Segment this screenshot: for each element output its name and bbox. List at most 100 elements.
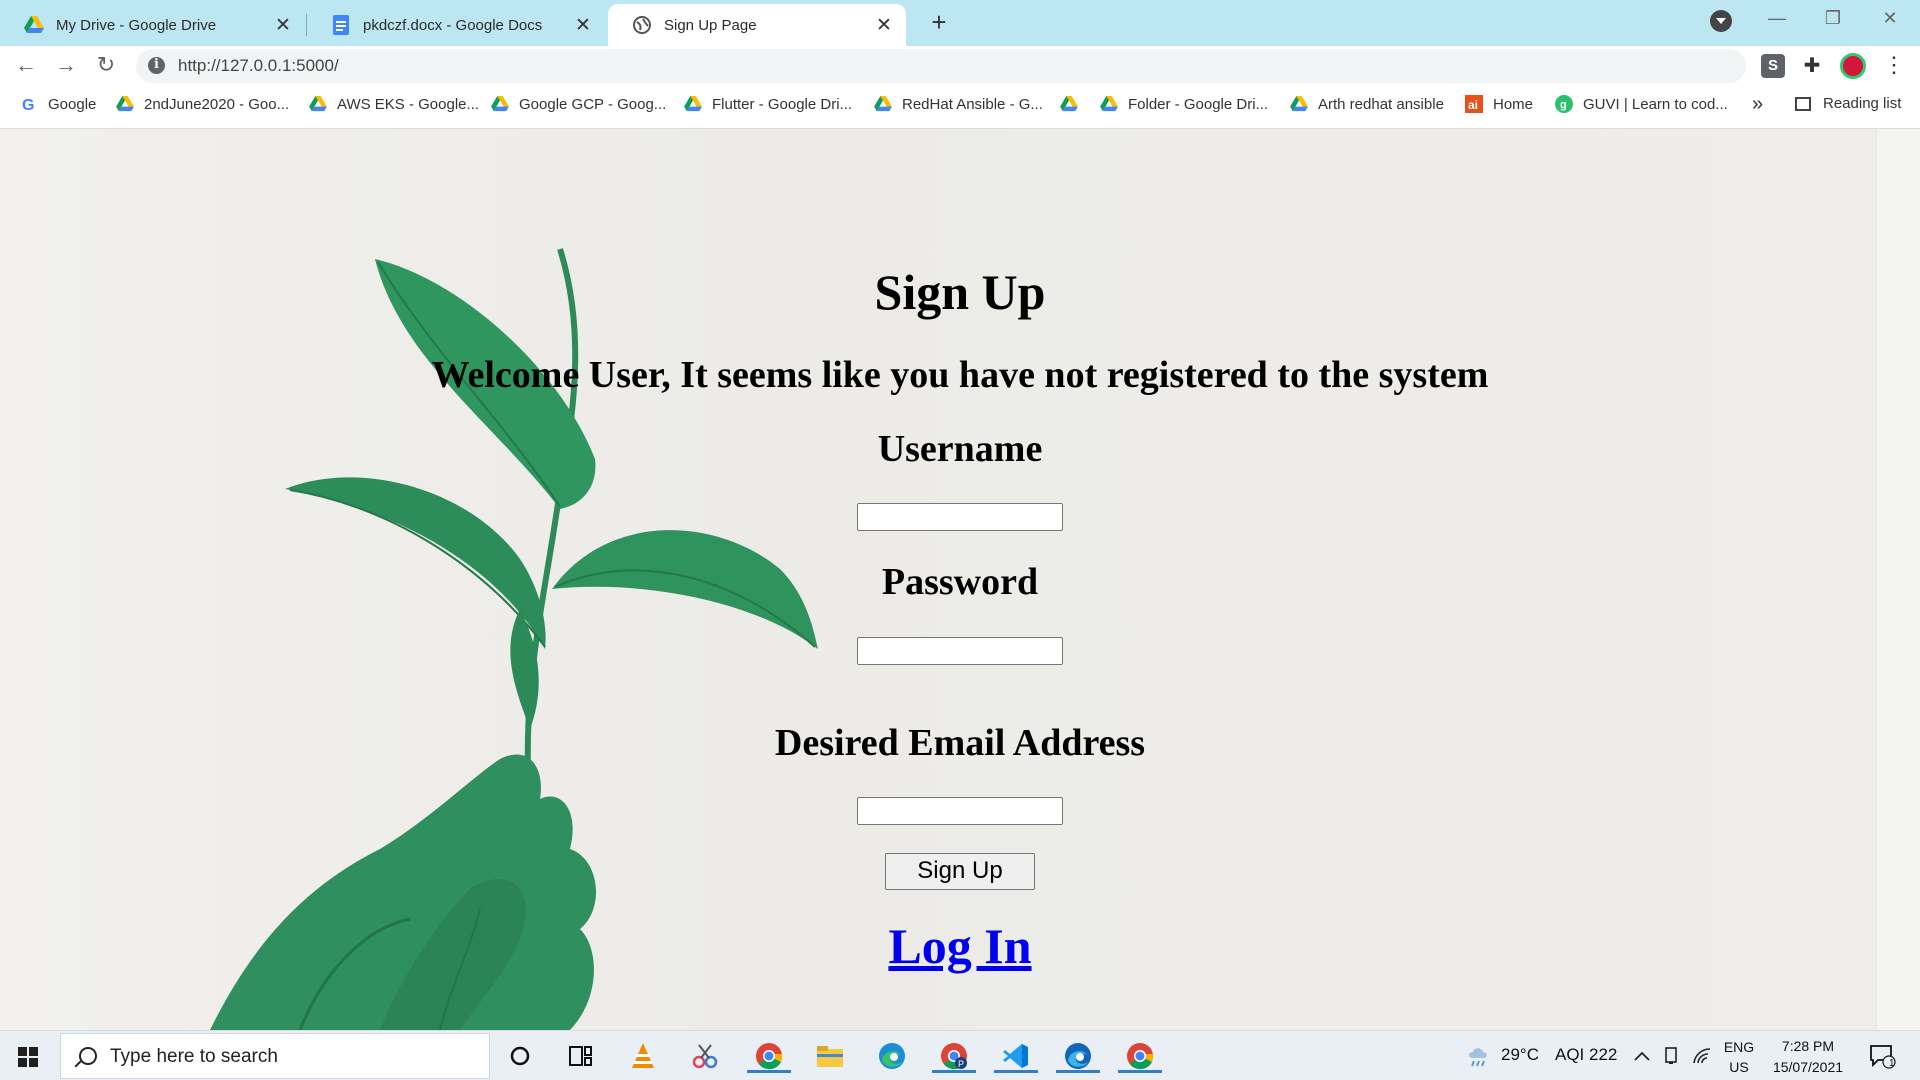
reload-button[interactable]: ↻ — [90, 50, 122, 82]
forward-button[interactable]: → — [50, 50, 82, 82]
bookmark-folder[interactable]: Folder - Google Dri... — [1100, 95, 1268, 113]
bookmark-label: Flutter - Google Dri... — [712, 95, 853, 113]
search-icon — [79, 1047, 97, 1065]
vlc-icon[interactable] — [626, 1039, 660, 1073]
new-tab-button[interactable]: + — [924, 8, 954, 38]
guvi-icon: g — [1555, 95, 1573, 113]
tab-title: pkdczf.docx - Google Docs — [363, 16, 543, 34]
bookmark-label: Home — [1493, 95, 1534, 113]
username-input[interactable] — [857, 503, 1063, 531]
windows-taskbar: Type here to search P 29°C AQI 222 ENG U… — [0, 1030, 1920, 1080]
svg-text:P: P — [958, 1059, 964, 1069]
globe-icon — [632, 15, 652, 35]
site-info-icon[interactable] — [148, 57, 165, 74]
google-icon: G — [20, 95, 38, 113]
email-label: Desired Email Address — [774, 722, 1146, 764]
tab-strip: My Drive - Google Drive ✕ pkdczf.docx - … — [0, 0, 1920, 46]
wifi-icon[interactable] — [1685, 1039, 1719, 1073]
snipping-tool-icon[interactable] — [688, 1039, 722, 1073]
chrome-icon[interactable] — [747, 1039, 791, 1073]
close-icon[interactable]: ✕ — [273, 14, 293, 37]
chrome-icon[interactable] — [1118, 1039, 1162, 1073]
file-explorer-icon[interactable] — [813, 1039, 847, 1073]
bookmark-aws-eks[interactable]: AWS EKS - Google... — [309, 95, 479, 113]
bookmarks-bar: G Google 2ndJune2020 - Goo... AWS EKS - … — [0, 85, 1920, 129]
browser-menu-icon[interactable]: ⋮ — [1882, 54, 1906, 78]
google-drive-icon — [491, 95, 509, 113]
bookmark-home[interactable]: ai Home — [1465, 95, 1533, 113]
notification-center-icon[interactable]: 1 — [1865, 1039, 1899, 1073]
bookmark-google[interactable]: G Google — [20, 95, 96, 113]
restore-button[interactable]: ❐ — [1813, 8, 1853, 29]
bookmark-flutter[interactable]: Flutter - Google Dri... — [684, 95, 852, 113]
device-icon[interactable] — [1655, 1039, 1689, 1073]
page-title: Sign Up — [874, 264, 1046, 320]
window-close-button[interactable]: ✕ — [1870, 8, 1910, 29]
language-code[interactable]: ENG — [1719, 1039, 1759, 1055]
google-drive-icon — [684, 95, 702, 113]
reading-list-button[interactable]: Reading list — [1795, 95, 1901, 112]
bookmark-label: Folder - Google Dri... — [1128, 95, 1269, 113]
clock-time[interactable]: 7:28 PM — [1763, 1038, 1853, 1054]
bookmark-arth-redhat-ansible[interactable]: Arth redhat ansible — [1290, 95, 1444, 113]
bookmark-redhat-ansible[interactable]: RedHat Ansible - G... — [874, 95, 1043, 113]
tab-google-docs[interactable]: pkdczf.docx - Google Docs ✕ — [307, 4, 605, 46]
clock-date[interactable]: 15/07/2021 — [1763, 1059, 1853, 1075]
chevron-up-icon[interactable] — [1625, 1039, 1659, 1073]
ai-icon: ai — [1465, 95, 1483, 113]
email-input[interactable] — [857, 797, 1063, 825]
tab-title: My Drive - Google Drive — [56, 16, 217, 34]
bookmark-label: 2ndJune2020 - Goo... — [144, 95, 290, 113]
reading-list-label: Reading list — [1823, 95, 1902, 112]
tab-title: Sign Up Page — [664, 16, 757, 34]
bookmark-label: Google — [48, 95, 97, 113]
page-scrollbar[interactable] — [1876, 129, 1920, 1030]
extension-s-icon[interactable]: S — [1761, 54, 1785, 78]
weather-icon[interactable] — [1462, 1039, 1496, 1073]
extensions-puzzle-icon[interactable]: ✚ — [1800, 54, 1824, 78]
welcome-message: Welcome User, It seems like you have not… — [431, 354, 1489, 396]
bookmark-label: Arth redhat ansible — [1318, 95, 1444, 113]
notification-count: 1 — [1889, 1058, 1895, 1069]
bookmark-google-gcp[interactable]: Google GCP - Goog... — [491, 95, 666, 113]
cortana-icon[interactable] — [503, 1039, 537, 1073]
google-drive-icon — [24, 15, 44, 35]
minimize-button[interactable]: — — [1757, 8, 1797, 29]
edge-icon[interactable] — [875, 1039, 909, 1073]
task-view-icon[interactable] — [564, 1039, 598, 1073]
active-app-indicator — [1056, 1070, 1100, 1073]
keyboard-layout[interactable]: US — [1719, 1059, 1759, 1075]
back-button[interactable]: ← — [10, 50, 42, 82]
active-app-indicator — [1118, 1070, 1162, 1073]
log-in-link[interactable]: Log In — [0, 917, 1876, 975]
profile-avatar[interactable] — [1840, 53, 1866, 79]
edge-beta-icon[interactable] — [1056, 1039, 1100, 1073]
tab-my-drive[interactable]: My Drive - Google Drive ✕ — [0, 4, 305, 46]
air-quality-index[interactable]: AQI 222 — [1555, 1045, 1617, 1065]
close-icon[interactable]: ✕ — [874, 14, 894, 37]
bookmark-label: AWS EKS - Google... — [337, 95, 479, 113]
google-drive-icon — [1290, 95, 1308, 113]
password-input[interactable] — [857, 637, 1063, 665]
active-app-indicator — [994, 1070, 1038, 1073]
bookmark-2ndjune2020[interactable]: 2ndJune2020 - Goo... — [116, 95, 289, 113]
url-text: http://127.0.0.1:5000/ — [178, 56, 339, 75]
bookmark-guvi[interactable]: g GUVI | Learn to cod... — [1555, 95, 1728, 113]
windows-start-icon[interactable] — [18, 1047, 38, 1067]
tab-sign-up-page[interactable]: Sign Up Page ✕ — [608, 4, 906, 46]
vscode-icon[interactable] — [994, 1039, 1038, 1073]
weather-temperature[interactable]: 29°C — [1501, 1045, 1539, 1065]
chrome-profile-icon[interactable]: P — [932, 1039, 976, 1073]
reading-list-icon — [1795, 96, 1811, 111]
taskbar-search-box[interactable]: Type here to search — [60, 1033, 490, 1079]
google-drive-icon — [1100, 95, 1118, 113]
address-bar[interactable]: http://127.0.0.1:5000/ — [136, 49, 1746, 83]
bookmarks-overflow-button[interactable]: » — [1752, 93, 1763, 116]
google-drive-icon — [1060, 95, 1078, 113]
active-app-indicator — [747, 1070, 791, 1073]
sign-up-button[interactable]: Sign Up — [885, 853, 1035, 890]
tab-search-icon[interactable] — [1710, 10, 1732, 32]
close-icon[interactable]: ✕ — [573, 14, 593, 37]
bookmark-drive-unnamed[interactable] — [1060, 95, 1088, 113]
browser-toolbar: ← → ↻ http://127.0.0.1:5000/ S ✚ ⋮ — [0, 46, 1920, 85]
